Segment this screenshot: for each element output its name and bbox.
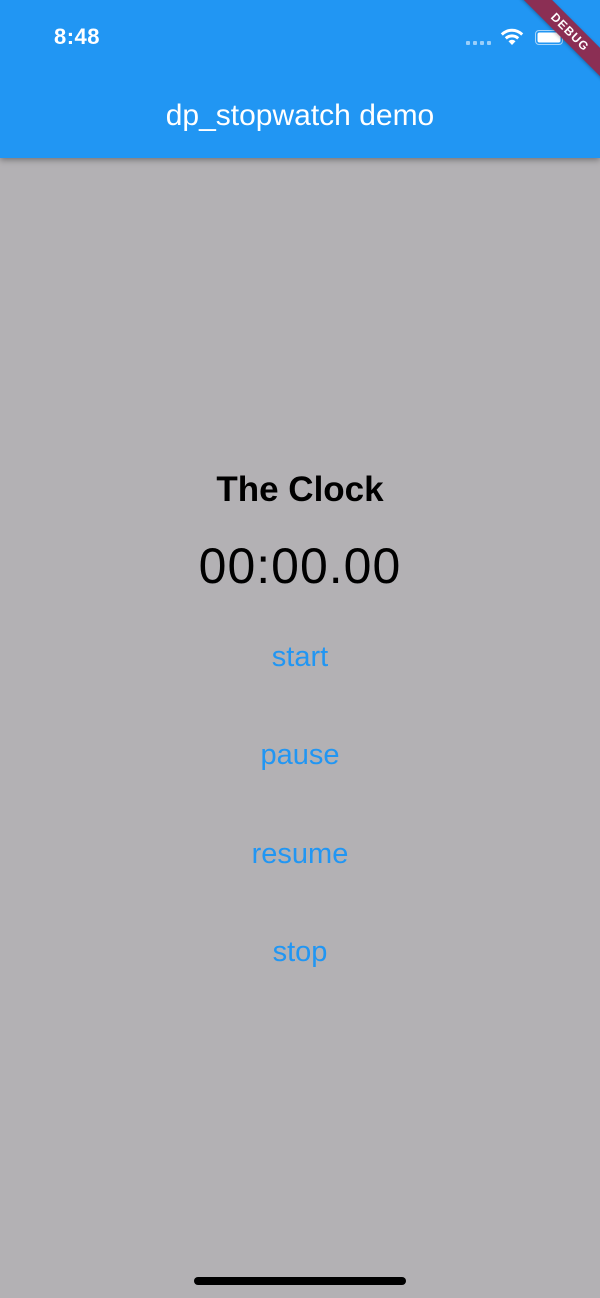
debug-banner-label: DEBUG [520, 0, 600, 82]
app-bar: 8:48 dp_stopwatch demo DEBUG [0, 0, 600, 158]
home-indicator[interactable] [194, 1277, 406, 1285]
app-bar-title: dp_stopwatch demo [165, 99, 435, 132]
stop-button[interactable]: stop [200, 922, 400, 982]
debug-banner: DEBUG [510, 0, 600, 90]
status-time: 8:48 [54, 24, 101, 49]
stopwatch-display: 00:00.00 [198, 538, 402, 594]
resume-button[interactable]: resume [200, 824, 400, 884]
clock-title: The Clock [216, 470, 384, 509]
cellular-signal-icon [466, 41, 491, 45]
pause-button[interactable]: pause [200, 725, 400, 785]
start-button[interactable]: start [200, 627, 400, 687]
main-content: The Clock 00:00.00 start pause resume st… [0, 158, 600, 1298]
